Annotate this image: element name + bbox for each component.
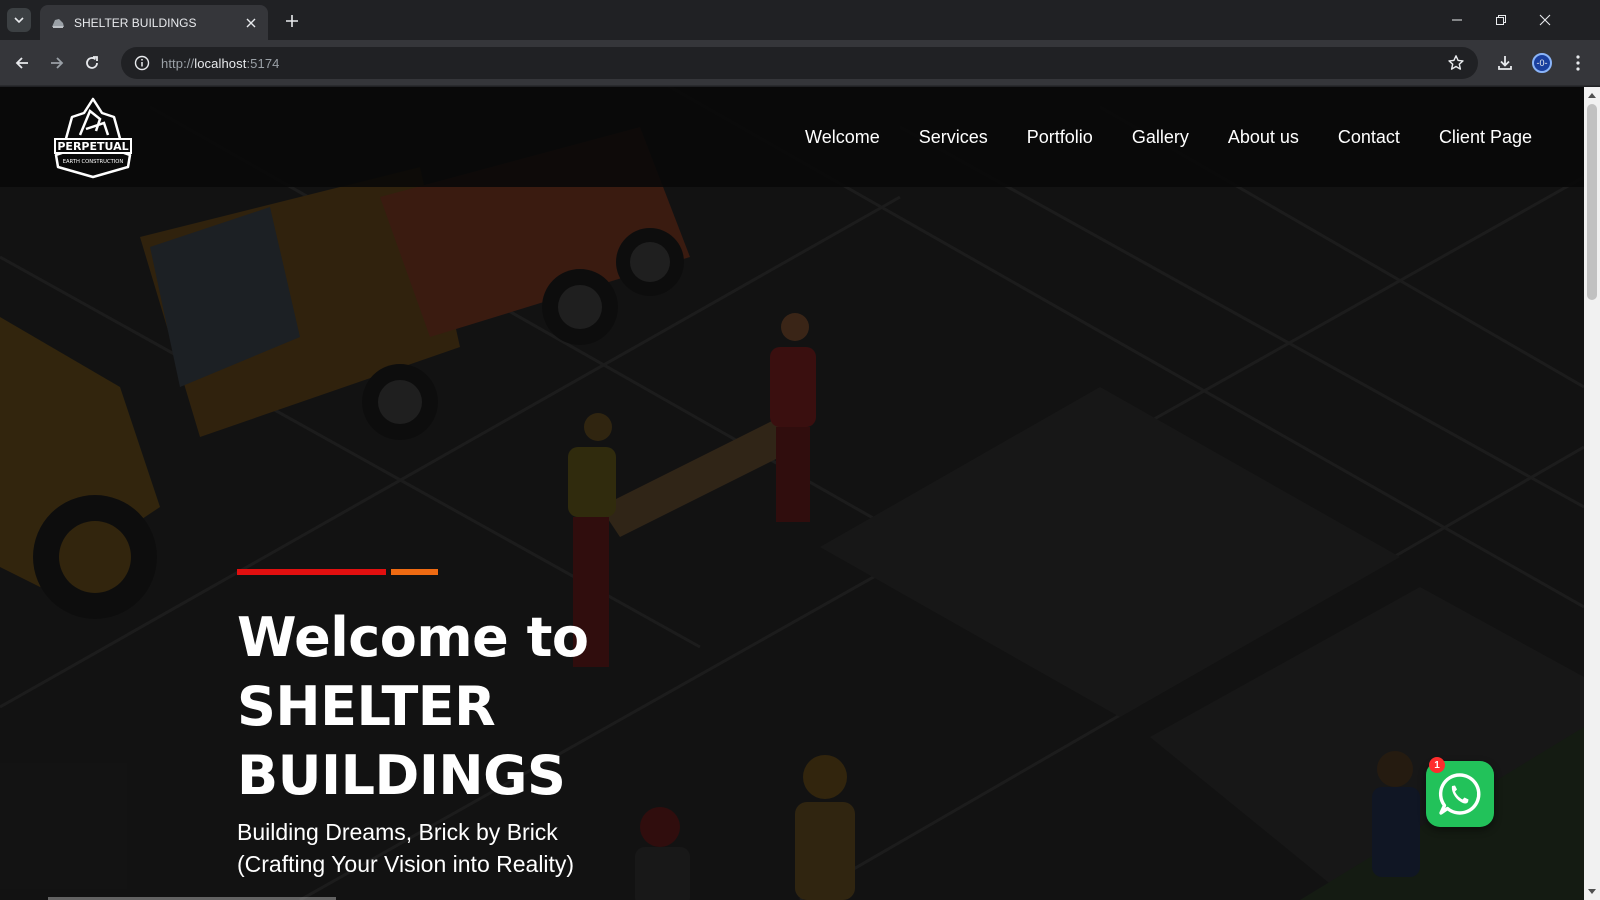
browser-menu-button[interactable] [1563,48,1593,78]
downloads-button[interactable] [1490,48,1520,78]
url-text: http://localhost:5174 [161,56,280,71]
scroll-up-arrow-icon[interactable] [1584,87,1600,103]
accent-bar-red [237,569,386,575]
hero-subtitle-line: (Crafting Your Vision into Reality) [237,851,575,877]
hero-subtitle: Building Dreams, Brick by Brick (Craftin… [237,816,757,880]
reload-icon [86,56,98,69]
tab-search-button[interactable] [7,8,31,32]
hero-title: Welcome to SHELTER BUILDINGS [237,603,757,810]
restore-icon [1496,15,1506,25]
hero-accent-bars [237,569,757,575]
nav-client-page[interactable]: Client Page [1439,127,1532,148]
nav-portfolio[interactable]: Portfolio [1027,127,1093,148]
forward-button[interactable] [42,48,72,78]
kebab-menu-icon [1576,55,1580,71]
hero-title-line: SHELTER [237,675,496,738]
site-navigation: Welcome Services Portfolio Gallery About… [805,87,1532,187]
close-icon [1539,14,1551,26]
site-favicon-icon [50,15,66,31]
profile-button[interactable]: -0- [1527,48,1557,78]
tab-title: SHELTER BUILDINGS [74,15,197,30]
arrow-right-icon [51,57,64,69]
bookmark-star-icon[interactable] [1446,53,1466,73]
hero-title-line: Welcome to [237,606,589,669]
nav-services[interactable]: Services [919,127,988,148]
perpetual-logo[interactable]: PERPETUAL EARTH CONSTRUCTION [52,95,134,179]
restore-button[interactable] [1478,0,1524,40]
site-info-icon[interactable] [133,54,151,72]
hero-title-line: BUILDINGS [237,744,566,807]
scrollbar-thumb[interactable] [1587,104,1597,300]
hero-section: Welcome to SHELTER BUILDINGS Building Dr… [237,569,757,880]
nav-about-us[interactable]: About us [1228,127,1299,148]
page-scrollbar[interactable] [1584,87,1600,900]
browser-toolbar: http://localhost:5174 -0- [0,40,1600,86]
url-port: :5174 [246,55,280,71]
plus-icon [286,15,298,27]
back-button[interactable] [7,48,37,78]
new-tab-button[interactable] [280,9,304,33]
browser-tab[interactable]: SHELTER BUILDINGS [40,5,268,40]
profile-avatar: -0- [1532,53,1552,73]
minimize-button[interactable] [1434,0,1480,40]
reload-button[interactable] [77,48,107,78]
hero-subtitle-line: Building Dreams, Brick by Brick [237,819,558,845]
nav-welcome[interactable]: Welcome [805,127,880,148]
scroll-down-arrow-icon[interactable] [1584,884,1600,900]
url-host: localhost [194,55,247,71]
chevron-down-icon [14,17,24,24]
notification-badge: 1 [1429,757,1445,773]
tab-close-icon[interactable] [242,14,260,32]
accent-bar-orange [391,569,438,575]
url-scheme: http:// [161,55,195,71]
arrow-left-icon [15,57,28,69]
close-window-button[interactable] [1522,0,1568,40]
site-header: PERPETUAL EARTH CONSTRUCTION Welcome Ser… [0,87,1584,187]
browser-tab-strip: SHELTER BUILDINGS [0,0,1600,40]
page-viewport: PERPETUAL EARTH CONSTRUCTION Welcome Ser… [0,87,1584,900]
svg-text:EARTH CONSTRUCTION: EARTH CONSTRUCTION [63,159,124,165]
download-icon [1498,56,1512,70]
address-bar[interactable]: http://localhost:5174 [121,47,1478,79]
nav-gallery[interactable]: Gallery [1132,127,1189,148]
svg-text:PERPETUAL: PERPETUAL [57,140,128,153]
minimize-icon [1452,19,1462,21]
nav-contact[interactable]: Contact [1338,127,1400,148]
whatsapp-icon [1438,773,1481,815]
